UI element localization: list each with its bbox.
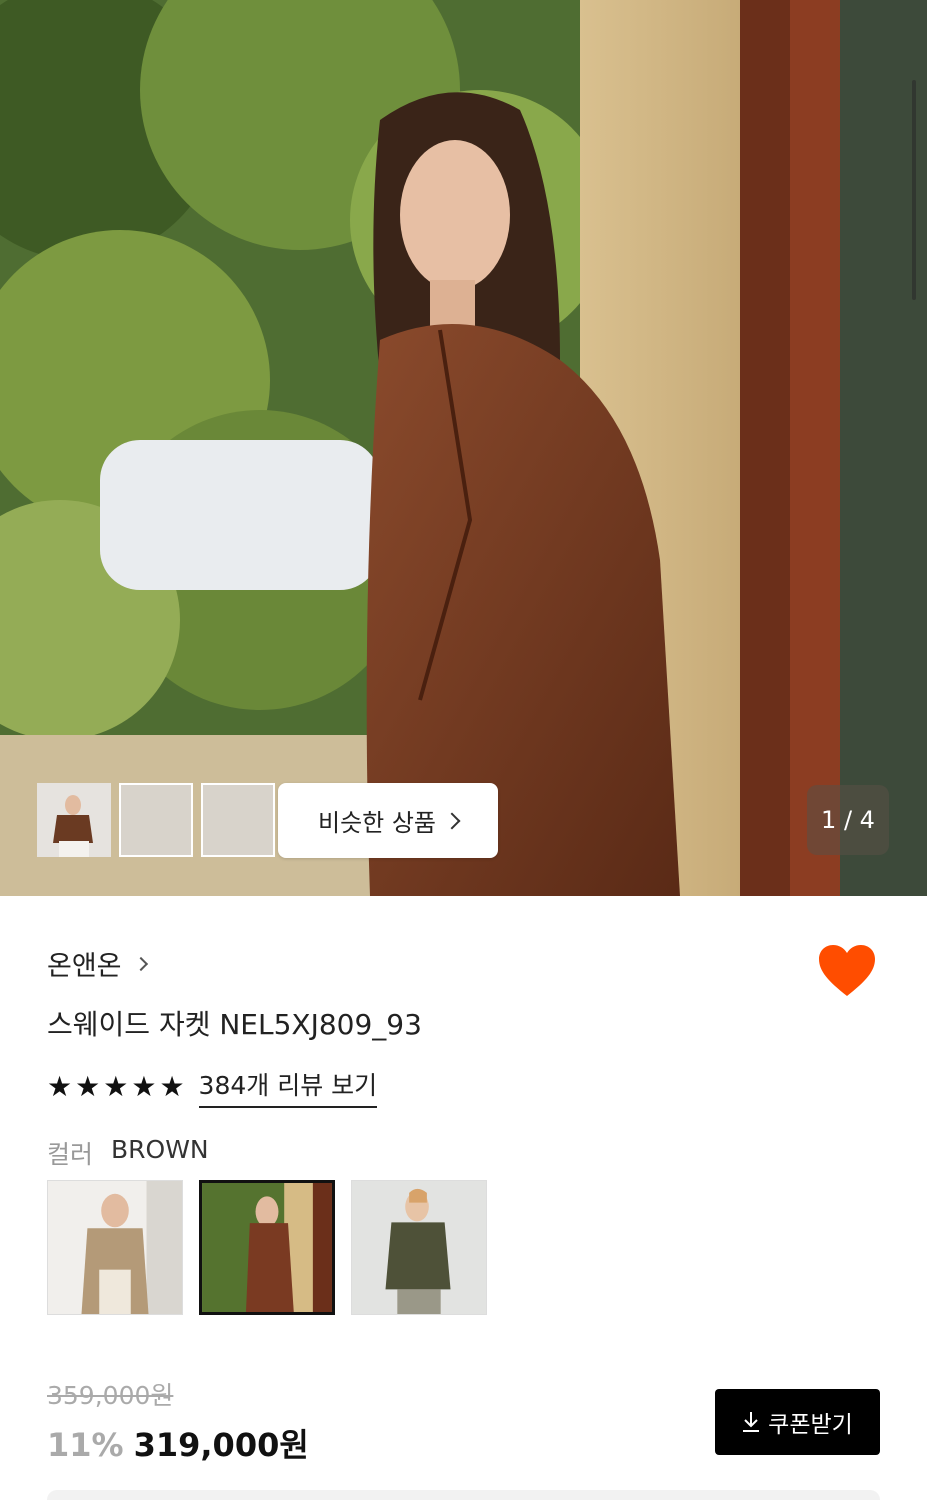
star-icon: ★ — [159, 1070, 185, 1103]
star-icon: ★ — [75, 1070, 101, 1103]
coupon-label: 쿠폰받기 — [768, 1412, 853, 1438]
rating-stars: ★ ★ ★ ★ ★ — [47, 1073, 185, 1101]
heart-icon — [819, 945, 875, 996]
gallery-counter-text: 1 / 4 — [821, 806, 875, 834]
view-reviews-link[interactable]: 384개 리뷰 보기 — [198, 1066, 378, 1108]
star-icon: ★ — [47, 1070, 73, 1103]
discount-rate: 11% — [47, 1426, 124, 1464]
swatch-beige[interactable] — [47, 1180, 183, 1315]
get-coupon-button[interactable]: 쿠폰받기 — [715, 1389, 880, 1455]
color-swatches — [47, 1180, 487, 1315]
price-row: 11% 319,000원 — [47, 1420, 309, 1466]
color-row: 컬러 BROWN — [47, 1135, 209, 1171]
similar-products-label: 비슷한 상품 — [317, 809, 437, 837]
swatch-khaki[interactable] — [351, 1180, 487, 1315]
chevron-right-icon — [443, 812, 461, 829]
gallery-thumbnails — [37, 783, 275, 857]
color-label: 컬러 — [47, 1140, 94, 1169]
brand-link[interactable]: 온앤온 — [47, 944, 148, 983]
product-main-image[interactable]: 비슷한 상품 1 / 4 — [0, 0, 927, 896]
original-price: 359,000원 — [47, 1381, 174, 1410]
bottom-panel-edge — [47, 1490, 880, 1500]
gallery-page-counter: 1 / 4 — [807, 785, 889, 855]
download-icon — [742, 1411, 760, 1433]
color-value: BROWN — [111, 1135, 209, 1164]
gallery-thumb-3[interactable] — [37, 783, 275, 857]
star-icon: ★ — [131, 1070, 157, 1103]
similar-products-button[interactable]: 비슷한 상품 — [278, 783, 498, 858]
chevron-right-icon — [133, 956, 148, 971]
rating-row: ★ ★ ★ ★ ★ 384개 리뷰 보기 — [47, 1066, 378, 1108]
gallery-thumb-2[interactable] — [37, 783, 193, 857]
scrollbar[interactable] — [912, 80, 916, 300]
star-icon: ★ — [103, 1070, 129, 1103]
sale-price: 319,000원 — [133, 1426, 309, 1464]
wishlist-button[interactable] — [818, 944, 876, 998]
product-title: 스웨이드 자켓 NEL5XJ809_93 — [47, 1008, 422, 1041]
hero-photo — [0, 0, 927, 896]
swatch-brown[interactable] — [199, 1180, 335, 1315]
brand-name: 온앤온 — [47, 951, 122, 982]
